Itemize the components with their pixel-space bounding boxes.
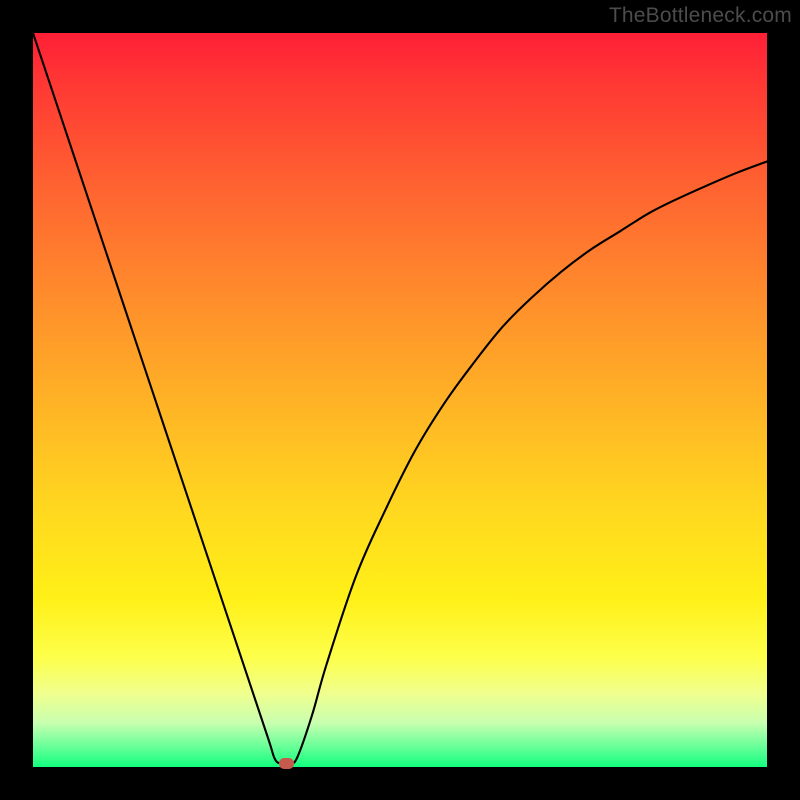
chart-frame: TheBottleneck.com bbox=[0, 0, 800, 800]
bottleneck-curve bbox=[33, 33, 767, 764]
plot-area bbox=[33, 33, 767, 767]
curve-svg bbox=[33, 33, 767, 767]
watermark-text: TheBottleneck.com bbox=[609, 4, 792, 28]
minimum-marker bbox=[279, 758, 294, 769]
